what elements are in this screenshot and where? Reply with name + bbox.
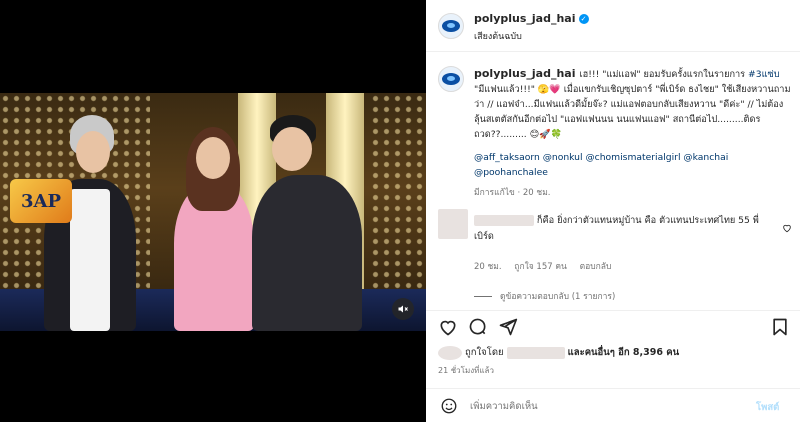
post-details-panel: polyplus_jad_hai ✓ เสียงต้นฉบับ polyplus_…: [426, 0, 800, 422]
commenter-username[interactable]: [474, 215, 534, 226]
mute-button[interactable]: [392, 298, 414, 320]
view-replies-label: ดูข้อความตอบกลับ (1 รายการ): [500, 292, 616, 302]
liker-avatar[interactable]: [438, 345, 462, 360]
emoji-icon[interactable]: [440, 397, 458, 415]
likes-count[interactable]: และคนอื่นๆ อีก 8,396 คน: [568, 347, 679, 358]
action-bar: [426, 310, 800, 342]
caption-username[interactable]: polyplus_jad_hai: [474, 67, 576, 80]
caption-mentions[interactable]: @aff_taksaorn @nonkul @chomismaterialgir…: [474, 150, 792, 180]
divider-line: [474, 296, 492, 297]
comment-time: 20 ชม.: [474, 262, 502, 272]
comment-meta: 20 ชม. ถูกใจ 157 คน ตอบกลับ: [474, 259, 621, 273]
caption-text: "มีแฟนแล้ว!!!" 🫣💗 เมื่อแขกรับเชิญซุปตาร์…: [474, 84, 791, 140]
likes-prefix: ถูกใจโดย: [465, 347, 504, 358]
verified-badge-icon: ✓: [578, 14, 589, 24]
heart-icon[interactable]: [782, 223, 792, 233]
polyplus-logo-icon[interactable]: [438, 66, 464, 92]
show-logo: 3AP: [10, 179, 72, 223]
post-caption: polyplus_jad_hai เฮ!!! "แม่แอฟ" ยอมรับครั…: [474, 66, 792, 201]
view-replies-button[interactable]: ดูข้อความตอบกลับ (1 รายการ): [474, 289, 615, 303]
send-icon[interactable]: [498, 317, 518, 337]
speaker-muted-icon: [398, 305, 408, 313]
likes-summary: ถูกใจโดย และคนอื่นๆ อีก 8,396 คน: [438, 345, 679, 360]
polyplus-logo-icon[interactable]: [438, 13, 464, 39]
instagram-post-modal: 3AP polyplus_jad_hai ✓ เสียงต้นฉบับ poly…: [0, 0, 800, 422]
person-middle-face: [196, 137, 230, 179]
comments-scroll-area[interactable]: polyplus_jad_hai เฮ!!! "แม่แอฟ" ยอมรับครั…: [426, 52, 800, 310]
comment-input[interactable]: [470, 397, 740, 415]
person-right-face: [272, 127, 312, 171]
comment-icon[interactable]: [468, 317, 488, 337]
person-right-suit: [252, 175, 362, 331]
reply-button[interactable]: ตอบกลับ: [580, 262, 612, 272]
commenter-avatar[interactable]: [438, 209, 468, 239]
post-button[interactable]: โพสต์: [756, 400, 779, 415]
header-username[interactable]: polyplus_jad_hai: [474, 12, 576, 25]
comment-likes[interactable]: ถูกใจ 157 คน: [514, 262, 567, 272]
video-player[interactable]: 3AP: [0, 93, 426, 331]
caption-meta: มีการแก้ไข · 20 ชม.: [474, 188, 551, 198]
audio-label[interactable]: เสียงต้นฉบับ: [474, 29, 522, 43]
post-timestamp[interactable]: 21 ชั่วโมงที่แล้ว: [438, 364, 494, 377]
caption-hashtag[interactable]: #3แซ่บ: [748, 69, 780, 80]
media-area: 3AP: [0, 0, 426, 422]
person-left-face: [76, 131, 110, 173]
post-header: polyplus_jad_hai ✓ เสียงต้นฉบับ: [426, 0, 800, 52]
caption-text: เฮ!!! "แม่แอฟ" ยอมรับครั้งแรกในรายการ: [579, 69, 749, 80]
person-left-shirt: [70, 189, 110, 331]
header-username-row: polyplus_jad_hai ✓: [474, 12, 589, 25]
bookmark-icon[interactable]: [770, 317, 790, 337]
comment-body: ก็คือ ยิ่งกว่าตัวแทนหมู่บ้าน คือ ตัวแทนป…: [474, 213, 772, 245]
heart-icon[interactable]: [438, 317, 458, 337]
add-comment-bar: โพสต์: [426, 388, 800, 422]
liker-username[interactable]: [506, 346, 565, 359]
